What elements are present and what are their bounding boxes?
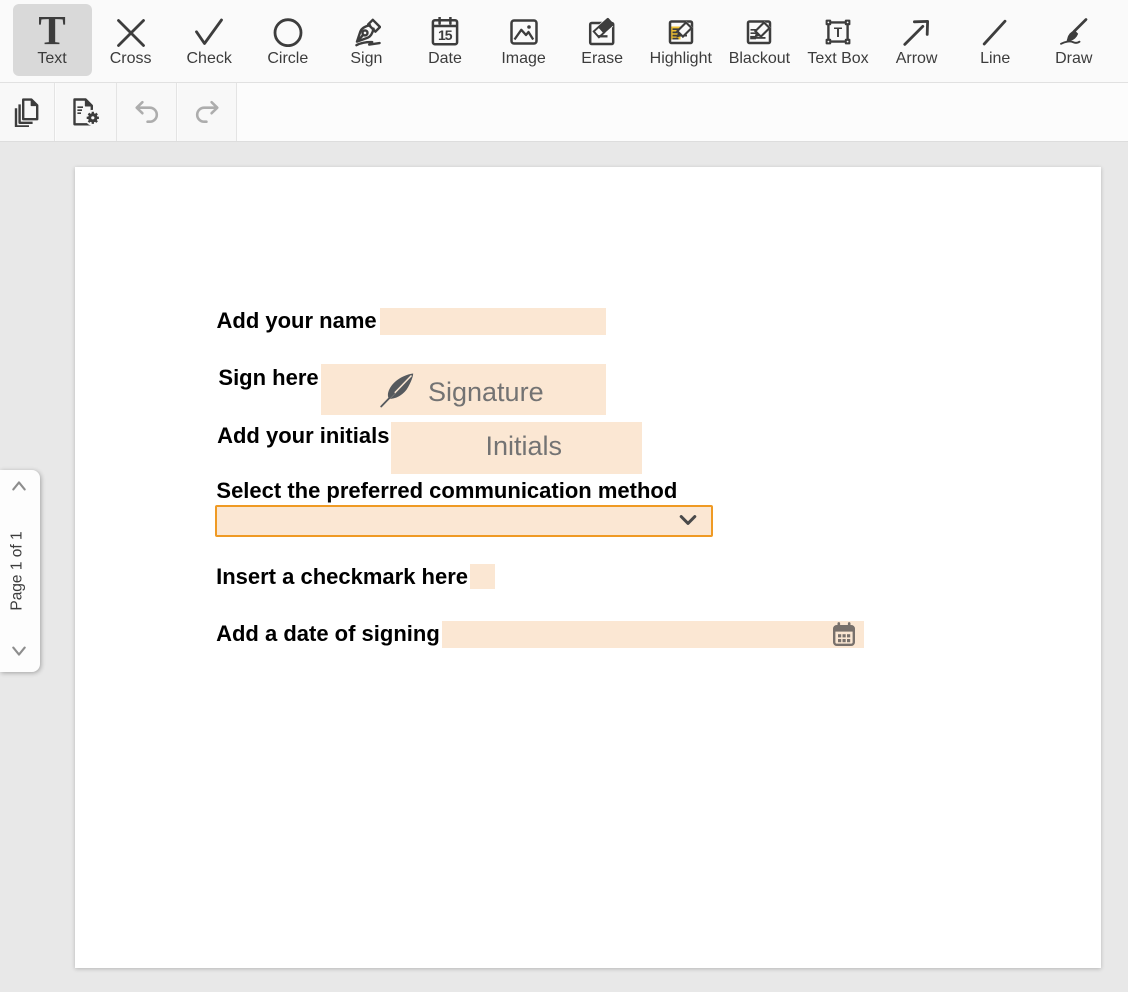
svg-text:15: 15 xyxy=(438,27,453,43)
svg-text:T: T xyxy=(38,17,65,47)
svg-text:T: T xyxy=(834,25,843,40)
